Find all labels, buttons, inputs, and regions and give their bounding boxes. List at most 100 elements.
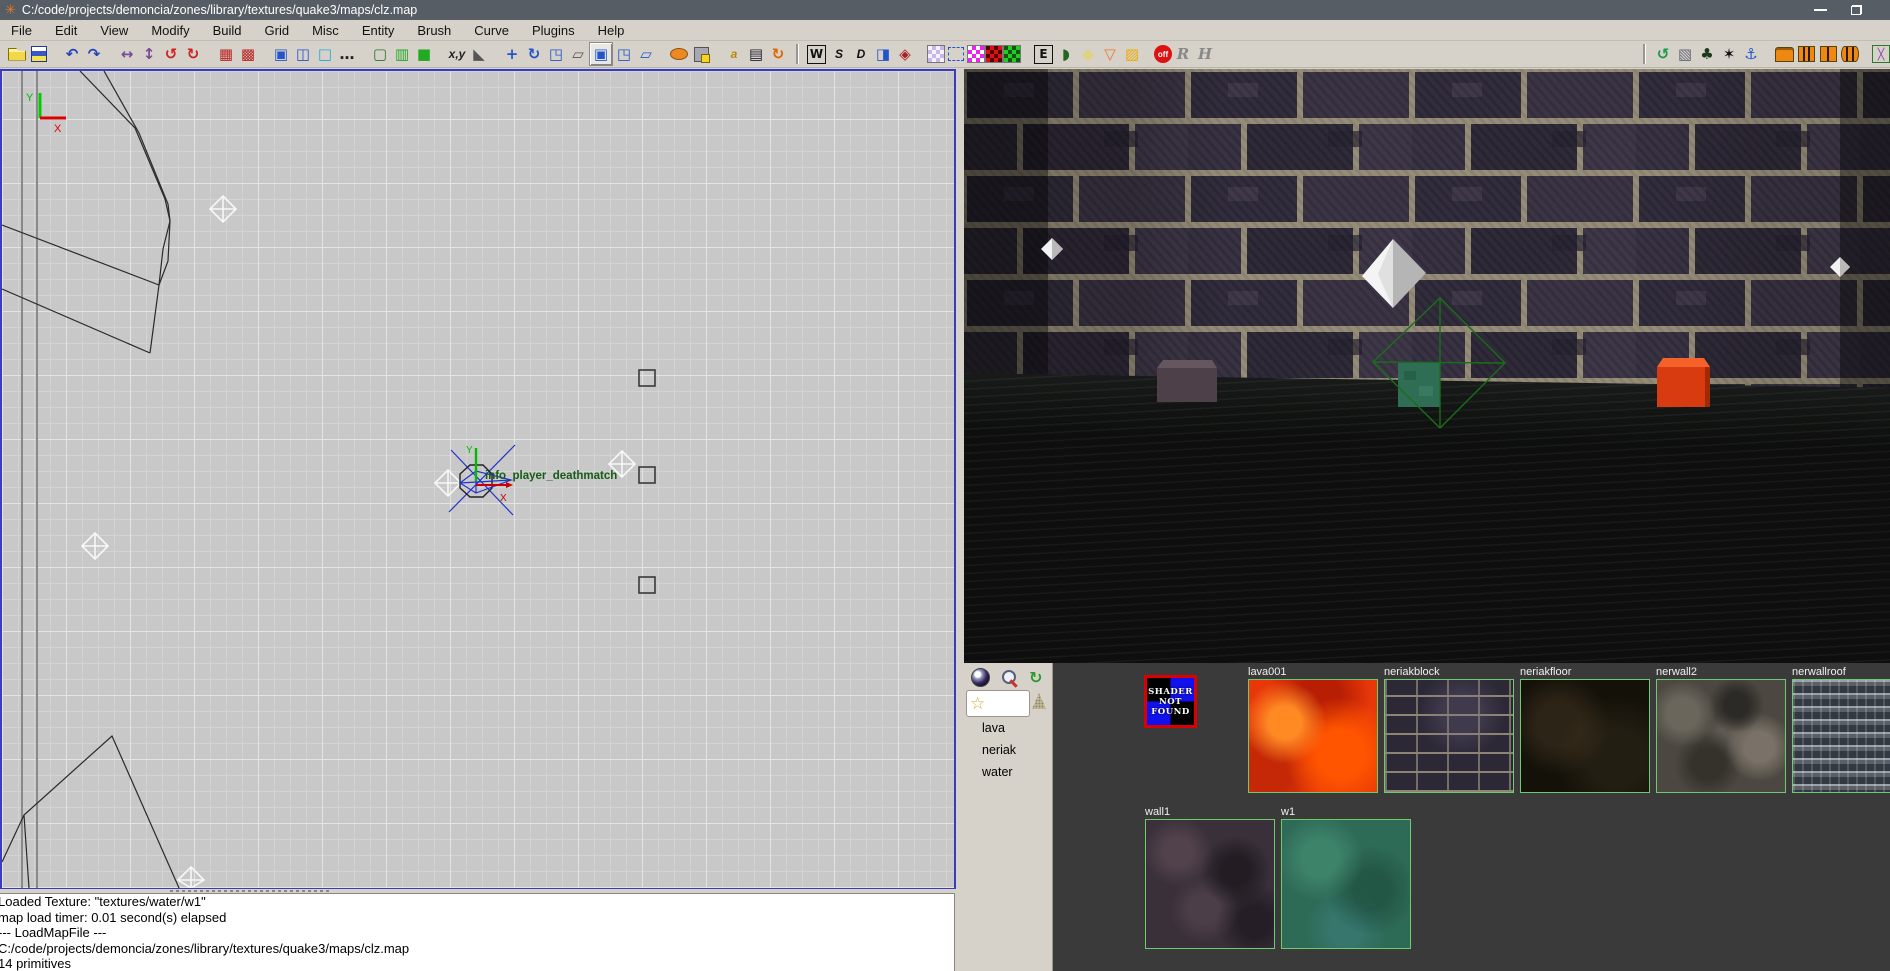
solid-mode-button[interactable]: S [828,43,850,65]
texture-tile[interactable]: w1 [1281,806,1411,949]
wireframe-button[interactable]: W [807,45,826,64]
patch-weld-button[interactable]: ▦ [215,43,237,65]
patch-flat-button[interactable] [1773,43,1795,65]
r-toggle-button[interactable]: R [1172,43,1194,65]
entity-marker-3d[interactable] [1830,257,1850,277]
menu-item[interactable]: View [89,21,140,40]
menu-item[interactable]: Help [587,21,637,40]
search-edit-icon[interactable] [1001,669,1018,686]
more-button[interactable]: … [336,43,358,65]
patch-bevel-button[interactable] [1817,43,1839,65]
texture-thumbnail[interactable] [1792,679,1890,793]
texture-tile[interactable]: lava001 [1248,666,1378,793]
2d-map-view[interactable]: Y X [0,69,956,890]
h-toggle-button[interactable]: H [1194,43,1216,65]
cube-hollow-button[interactable]: ▢ [369,43,391,65]
texture-tile[interactable]: wall1 [1145,806,1275,949]
texture-tile[interactable]: nerwallroof [1792,666,1890,793]
3d-camera-view[interactable] [964,69,1890,663]
camera-cone-button[interactable]: ◣ [468,43,490,65]
entity-names-button[interactable]: a [723,43,745,65]
patch-cylinder-button[interactable] [1839,43,1861,65]
region-box-button[interactable] [945,43,967,65]
leaf-button[interactable]: ◗ [1055,43,1077,65]
refresh-icon[interactable]: ↻ [1029,669,1042,686]
texture-folder-item[interactable]: lava [964,717,1051,739]
entity-inspector-button[interactable]: E [1034,45,1053,64]
light-entity-octahedron[interactable] [1362,239,1426,308]
entity-list-button[interactable]: ▤ [745,43,767,65]
clipper-button[interactable]: ◨ [872,43,894,65]
refresh-globe-button[interactable]: ↺ [1652,43,1674,65]
undo-button[interactable]: ↶ [61,43,83,65]
favorites-box[interactable]: ☆ [966,690,1030,717]
funnel-button[interactable]: ▽ [1099,43,1121,65]
menu-item[interactable]: Modify [140,21,201,40]
view-split-button[interactable]: ◫ [292,43,314,65]
flip-y-button[interactable]: ↕ [138,43,160,65]
texture-thumbnail[interactable] [1145,819,1275,949]
drag-edges-button[interactable]: ◳ [613,43,635,65]
chk-lavender-button[interactable] [927,45,945,63]
cube-solid-button[interactable]: ■ [413,43,435,65]
menu-item[interactable]: Build [202,21,254,40]
drag-verts-button[interactable]: ▱ [635,43,657,65]
redo-button[interactable]: ↷ [83,43,105,65]
view-change-button[interactable]: ▣ [270,43,292,65]
texture-tile[interactable]: neriakfloor [1520,666,1650,793]
rotate-tool-button[interactable]: ↻ [523,43,545,65]
texture-thumbnail[interactable] [1656,679,1786,793]
view-frame-button[interactable]: □ [314,43,336,65]
minimize-button[interactable] [1814,9,1827,11]
texture-tile[interactable]: nerwall2 [1656,666,1786,793]
translate-button[interactable]: + [501,43,523,65]
chk-green-button[interactable] [1003,45,1021,63]
texture-lock-button[interactable] [690,43,712,65]
menu-item[interactable]: Grid [254,21,302,40]
stamp-icon[interactable] [1032,693,1046,709]
texture-thumbnail[interactable] [1248,679,1378,793]
open-button[interactable] [6,43,28,65]
patch-double-bevel-button[interactable] [1795,43,1817,65]
menu-item[interactable]: Edit [44,21,89,40]
trees-button[interactable]: ♣ [1696,43,1718,65]
skew-tool-button[interactable]: ▱ [567,43,589,65]
vertical-splitter[interactable] [956,69,964,971]
menu-item[interactable]: File [0,21,44,40]
texture-thumbnail[interactable] [1384,679,1514,793]
cube-red[interactable] [1657,358,1710,407]
off-toggle-button[interactable]: off [1154,45,1172,63]
cube-selected[interactable] [1398,363,1440,407]
resize-mode-button[interactable]: ▣ [589,42,613,66]
menu-item[interactable]: Plugins [521,21,587,40]
texture-grid[interactable]: SHADERNOTFOUND lava001 neriakblock neria… [1052,663,1890,971]
flip-x-button[interactable]: ↔ [116,43,138,65]
console-output[interactable]: Loaded Texture: "textures/water/w1"map l… [0,893,955,971]
shader-not-found-tile[interactable]: SHADERNOTFOUND [1144,675,1197,728]
texture-thumbnail[interactable] [1281,819,1411,949]
restore-button[interactable] [1851,5,1862,15]
cylinder-button[interactable] [668,43,690,65]
rotate-left-button[interactable]: ↺ [160,43,182,65]
xy-view-button[interactable]: x,y [446,43,468,65]
anchor-button[interactable]: ⚓ [1740,43,1762,65]
cube-grey-button[interactable]: ▧ [1674,43,1696,65]
player-start-entity[interactable]: Y X info_player_deathmatch [449,445,617,515]
cube-dark[interactable] [1157,360,1217,402]
menu-item[interactable]: Curve [463,21,521,40]
eye-icon[interactable] [971,668,990,687]
chk-magenta-button[interactable] [967,45,985,63]
patch-drill-button[interactable]: ▩ [237,43,259,65]
menu-item[interactable]: Entity [351,21,407,40]
lattice-button[interactable]: ◈ [894,43,916,65]
texture-folder-item[interactable]: water [964,761,1051,783]
no-clip-button[interactable]: ╳ [1872,45,1890,63]
diamond-button[interactable]: ◆ [1077,43,1099,65]
rotate-right-button[interactable]: ↻ [182,43,204,65]
scale-tool-button[interactable]: ◳ [545,43,567,65]
cube-top-button[interactable]: ▥ [391,43,413,65]
menu-item[interactable]: Misc [301,21,351,40]
chk-red-button[interactable] [985,45,1003,63]
entity-marker-3d[interactable] [1041,238,1063,260]
texture-thumbnail[interactable] [1520,679,1650,793]
